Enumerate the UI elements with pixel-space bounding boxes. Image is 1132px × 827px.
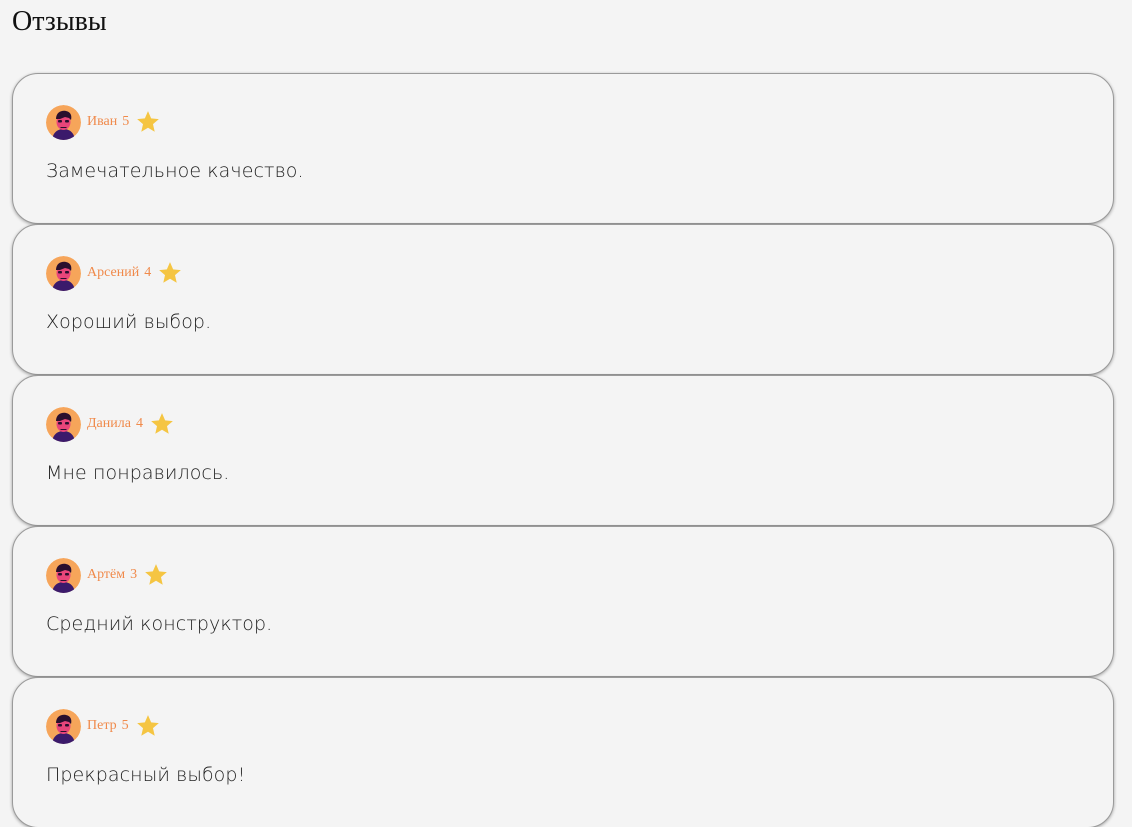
reviews-page: Отзывы Иван 5 Замечательное качество. Ар… — [0, 0, 1132, 827]
review-rating: 5 — [121, 718, 129, 733]
user-avatar-icon — [46, 255, 81, 291]
review-card: Арсений 4 Хороший выбор. — [12, 224, 1114, 375]
star-icon — [135, 109, 161, 135]
review-author: Иван — [87, 114, 118, 129]
review-text: Прекрасный выбор! — [46, 764, 246, 786]
star-icon — [149, 411, 175, 437]
review-header: Артём 3 — [46, 557, 169, 593]
review-card: Петр 5 Прекрасный выбор! — [12, 677, 1114, 827]
review-header: Арсений 4 — [46, 255, 183, 291]
review-header: Петр 5 — [46, 708, 161, 744]
review-author: Арсений — [87, 265, 140, 280]
user-avatar-icon — [46, 104, 81, 140]
review-card: Артём 3 Средний конструктор. — [12, 526, 1114, 677]
review-author: Артём — [87, 567, 126, 582]
page-title: Отзывы — [12, 6, 107, 37]
review-rating: 3 — [130, 567, 138, 582]
review-header: Данила 4 — [46, 406, 175, 442]
review-card: Иван 5 Замечательное качество. — [12, 73, 1114, 224]
star-icon — [143, 562, 169, 588]
review-rating: 4 — [144, 265, 152, 280]
star-icon — [157, 260, 183, 286]
review-text: Замечательное качество. — [46, 160, 304, 182]
review-list: Иван 5 Замечательное качество. Арсений 4… — [12, 73, 1114, 827]
review-text: Средний конструктор. — [46, 613, 273, 635]
review-text: Мне понравилось. — [46, 462, 230, 484]
user-avatar-icon — [46, 708, 81, 744]
user-avatar-icon — [46, 406, 81, 442]
star-icon — [135, 713, 161, 739]
review-author: Данила — [87, 416, 131, 431]
review-header: Иван 5 — [46, 104, 161, 140]
review-text: Хороший выбор. — [46, 311, 212, 333]
review-rating: 4 — [135, 416, 143, 431]
review-author: Петр — [87, 718, 117, 733]
review-card: Данила 4 Мне понравилось. — [12, 375, 1114, 526]
review-rating: 5 — [122, 114, 130, 129]
user-avatar-icon — [46, 557, 81, 593]
